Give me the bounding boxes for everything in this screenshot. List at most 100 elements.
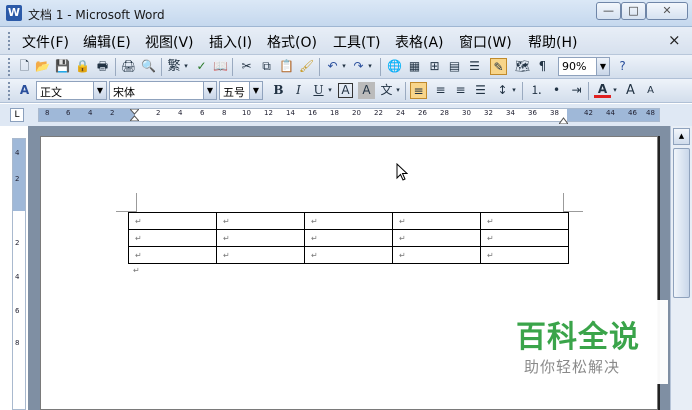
table-cell[interactable]: ↵ (392, 229, 481, 247)
table-cell[interactable]: ↵ (304, 229, 393, 247)
undo-icon[interactable]: ↶ (324, 58, 341, 75)
table-cell[interactable]: ↵ (216, 246, 305, 264)
spelling-icon[interactable]: ✓ (193, 58, 210, 75)
table-cell[interactable]: ↵ (480, 229, 569, 247)
scroll-up-icon[interactable]: ▲ (673, 128, 690, 145)
chevron-down-icon[interactable]: ▾ (326, 82, 334, 99)
chevron-down-icon[interactable]: ▾ (366, 58, 374, 75)
menu-grip[interactable] (8, 32, 11, 50)
chevron-down-icon[interactable]: ▾ (611, 82, 619, 99)
table-cell[interactable]: ↵ (480, 212, 569, 230)
close-document-button[interactable]: × (668, 31, 681, 49)
document-map-icon[interactable]: 🗺 (514, 58, 531, 75)
menu-help[interactable]: 帮助(H) (528, 32, 577, 52)
bullets-icon[interactable]: • (548, 82, 565, 99)
align-left-button[interactable]: ≡ (410, 82, 427, 99)
help-icon[interactable]: ? (614, 58, 631, 75)
zoom-select[interactable]: 90% ▼ (558, 57, 610, 76)
table-cell[interactable]: ↵ (480, 246, 569, 264)
right-indent-marker-icon[interactable] (558, 113, 569, 125)
chevron-down-icon[interactable]: ▾ (510, 82, 518, 99)
menu-format[interactable]: 格式(O) (267, 32, 317, 52)
phonetic-guide-icon[interactable]: 文 (378, 82, 395, 99)
preview-icon[interactable]: 🔍 (140, 58, 157, 75)
print-preview-icon[interactable]: 🖨 (120, 58, 137, 75)
table-cell[interactable]: ↵ (128, 229, 217, 247)
menu-window[interactable]: 窗口(W) (459, 32, 512, 52)
drawing-icon[interactable]: ✎ (490, 58, 507, 75)
print-icon[interactable]: 🖶 (94, 58, 111, 75)
permission-icon[interactable]: 🔒 (74, 58, 91, 75)
minimize-button[interactable]: — (596, 2, 621, 20)
paste-icon[interactable]: 📋 (278, 58, 295, 75)
toolbar-grip[interactable] (8, 58, 11, 76)
align-right-button[interactable]: ≡ (452, 82, 469, 99)
align-center-button[interactable]: ≡ (432, 82, 449, 99)
tables-borders-icon[interactable]: ▦ (406, 58, 423, 75)
bold-button[interactable]: B (270, 82, 287, 99)
italic-button[interactable]: I (290, 82, 307, 99)
char-border-button[interactable]: A (338, 83, 353, 98)
new-document-icon[interactable]: 🗋 (16, 58, 33, 75)
tab-selector[interactable]: L (10, 108, 24, 122)
line-spacing-icon[interactable]: ↕ (494, 82, 511, 99)
font-size-select[interactable]: 五号 ▼ (219, 81, 263, 100)
grow-font-button[interactable]: A (622, 82, 639, 99)
word-app-icon[interactable]: W (6, 5, 22, 21)
menu-insert[interactable]: 插入(I) (209, 32, 252, 52)
numbering-icon[interactable]: ⒈ (528, 82, 545, 99)
redo-icon[interactable]: ↷ (350, 58, 367, 75)
menu-tools[interactable]: 工具(T) (333, 32, 380, 52)
chevron-down-icon[interactable]: ▼ (596, 58, 609, 75)
chevron-down-icon[interactable]: ▾ (394, 82, 402, 99)
shrink-font-button[interactable]: A (642, 82, 659, 99)
format-painter-icon[interactable]: 🖌 (298, 58, 315, 75)
copy-icon[interactable]: ⧉ (258, 58, 275, 75)
scroll-thumb[interactable] (673, 148, 690, 298)
indent-marker-icon[interactable] (128, 108, 141, 122)
menu-view[interactable]: 视图(V) (145, 32, 194, 52)
chevron-down-icon[interactable]: ▼ (203, 82, 216, 99)
columns-icon[interactable]: ☰ (466, 58, 483, 75)
justify-button[interactable]: ☰ (472, 82, 489, 99)
horizontal-ruler[interactable]: 8 6 4 2 2 4 6 8 10 12 14 16 18 20 22 24 … (38, 108, 660, 125)
cut-icon[interactable]: ✂ (238, 58, 255, 75)
menu-edit[interactable]: 编辑(E) (83, 32, 131, 52)
close-window-button[interactable]: ✕ (646, 2, 688, 20)
chevron-down-icon[interactable]: ▾ (182, 58, 190, 75)
vertical-scrollbar[interactable]: ▲ (670, 126, 692, 410)
save-icon[interactable]: 💾 (54, 58, 71, 75)
maximize-button[interactable]: □ (621, 2, 646, 20)
ruler-number: 46 (628, 109, 637, 117)
menu-file[interactable]: 文件(F) (22, 32, 69, 52)
indent-icon[interactable]: ⇥ (568, 82, 585, 99)
vertical-ruler[interactable]: 4 2 2 4 6 8 (12, 138, 26, 410)
table-cell[interactable]: ↵ (392, 212, 481, 230)
table-cell[interactable]: ↵ (216, 212, 305, 230)
toolbar-grip[interactable] (8, 82, 11, 100)
insert-excel-icon[interactable]: ▤ (446, 58, 463, 75)
traditional-chinese-button[interactable]: 繁 (166, 58, 182, 75)
document-table[interactable]: ↵ ↵ ↵ ↵ ↵ ↵ ↵ ↵ ↵ ↵ ↵ ↵ ↵ ↵ ↵ (128, 212, 569, 264)
chevron-down-icon[interactable]: ▼ (249, 82, 262, 99)
styles-pane-icon[interactable]: A (16, 82, 33, 99)
hyperlink-icon[interactable]: 🌐 (386, 58, 403, 75)
table-cell[interactable]: ↵ (216, 229, 305, 247)
research-icon[interactable]: 📖 (212, 58, 229, 75)
table-cell[interactable]: ↵ (304, 246, 393, 264)
font-select[interactable]: 宋体 ▼ (109, 81, 217, 100)
table-cell[interactable]: ↵ (128, 246, 217, 264)
table-cell[interactable]: ↵ (128, 212, 217, 230)
show-hide-marks-icon[interactable]: ¶ (534, 58, 551, 75)
underline-button[interactable]: U (310, 82, 327, 99)
font-color-button[interactable]: A (594, 82, 611, 98)
chevron-down-icon[interactable]: ▼ (93, 82, 106, 99)
chevron-down-icon[interactable]: ▾ (340, 58, 348, 75)
table-cell[interactable]: ↵ (304, 212, 393, 230)
menu-table[interactable]: 表格(A) (395, 32, 444, 52)
style-select[interactable]: 正文 ▼ (36, 81, 107, 100)
char-shading-button[interactable]: A (358, 82, 375, 99)
insert-table-icon[interactable]: ⊞ (426, 58, 443, 75)
table-cell[interactable]: ↵ (392, 246, 481, 264)
open-folder-icon[interactable]: 📂 (34, 58, 51, 75)
